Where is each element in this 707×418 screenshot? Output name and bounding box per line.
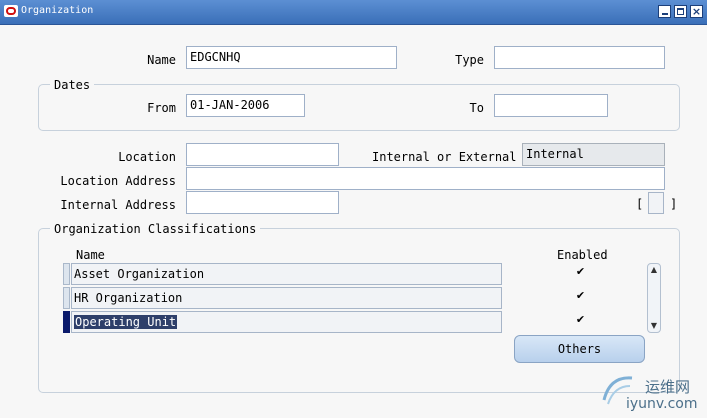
flexfield-bracket-close: ]: [670, 197, 678, 211]
type-label: Type: [455, 53, 484, 67]
others-button[interactable]: Others: [514, 335, 645, 363]
classification-name-field-selected[interactable]: Operating Unit: [71, 311, 502, 333]
from-label: From: [147, 101, 176, 115]
selected-row-text: Operating Unit: [74, 315, 178, 329]
maximize-icon: [677, 8, 684, 15]
scroll-up-icon[interactable]: ▲: [648, 264, 660, 276]
location-label: Location: [118, 150, 176, 164]
enabled-checkbox[interactable]: ✔: [575, 266, 586, 277]
oracle-logo-icon: [4, 5, 18, 17]
from-date-field[interactable]: 01-JAN-2006: [186, 94, 305, 117]
window-title: Organization: [21, 5, 94, 16]
row-indicator[interactable]: [63, 263, 70, 285]
enabled-checkbox[interactable]: ✔: [575, 290, 586, 301]
dates-group-label: Dates: [50, 78, 95, 92]
enabled-header: Enabled: [557, 248, 608, 262]
internal-external-label: Internal or External: [372, 150, 517, 164]
close-button[interactable]: ×: [690, 5, 703, 18]
classification-name-field[interactable]: Asset Organization: [71, 263, 502, 285]
to-date-field[interactable]: [494, 94, 608, 117]
internal-address-label: Internal Address: [60, 198, 176, 212]
name-field[interactable]: EDGCNHQ: [186, 46, 397, 69]
row-indicator-current[interactable]: [63, 311, 70, 333]
descriptive-flexfield[interactable]: [648, 192, 664, 214]
internal-address-field[interactable]: [186, 191, 339, 214]
classification-name-header: Name: [76, 248, 105, 262]
watermark-brand: 运维网: [645, 378, 691, 396]
location-address-label: Location Address: [60, 174, 176, 188]
row-indicator[interactable]: [63, 287, 70, 309]
close-icon: ×: [691, 5, 702, 18]
name-label: Name: [147, 53, 176, 67]
flexfield-bracket-open: [: [636, 197, 644, 211]
scroll-down-icon[interactable]: ▼: [648, 320, 660, 332]
minimize-icon: [662, 13, 668, 15]
location-field[interactable]: [186, 143, 339, 166]
enabled-checkbox[interactable]: ✔: [575, 314, 586, 325]
internal-external-field: Internal: [522, 143, 665, 166]
minimize-button[interactable]: [658, 5, 671, 18]
classification-name-field[interactable]: HR Organization: [71, 287, 502, 309]
title-bar: [0, 0, 707, 25]
type-field[interactable]: [494, 46, 665, 69]
classifications-group-label: Organization Classifications: [50, 222, 261, 236]
watermark-url: iyunv.com: [626, 396, 698, 412]
location-address-field[interactable]: [186, 167, 665, 190]
maximize-button[interactable]: [674, 5, 687, 18]
to-label: To: [469, 101, 484, 115]
